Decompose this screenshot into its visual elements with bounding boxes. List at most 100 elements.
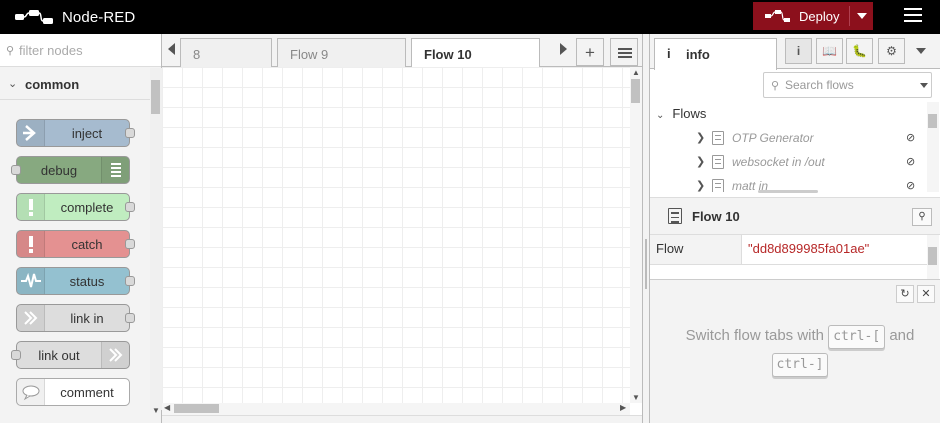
close-icon[interactable]: ✕: [917, 285, 935, 303]
scroll-up-arrow-icon[interactable]: ▲: [632, 68, 640, 77]
list-flows-button[interactable]: [610, 38, 638, 66]
bug-icon: 🐛: [852, 44, 867, 58]
search-flows-input[interactable]: ⚲ Search flows: [763, 72, 932, 98]
palette-node-label: comment: [60, 385, 114, 400]
palette-node-label: link in: [70, 311, 104, 326]
palette-node-label: inject: [71, 126, 103, 141]
tree-flow-item[interactable]: ❯ websocket in /out ⊘: [696, 152, 926, 176]
output-port: [125, 128, 135, 138]
disabled-icon: ⊘: [906, 180, 916, 192]
workspace-footer: [162, 415, 642, 423]
chevron-right-icon[interactable]: ❯: [696, 179, 705, 192]
sidebar-info-button[interactable]: i: [785, 38, 812, 64]
search-icon: ⚲: [771, 80, 780, 92]
book-icon: 📖: [822, 44, 837, 58]
scroll-down-arrow-icon[interactable]: ▼: [632, 393, 640, 402]
link-arrow-icon: [101, 342, 129, 368]
palette-node-comment[interactable]: comment: [16, 378, 130, 406]
canvas-horizontal-scrollbar[interactable]: ◀ ▶: [162, 403, 630, 415]
sidebar-splitter[interactable]: [642, 34, 650, 423]
header-bar: Node-RED Deploy: [0, 0, 940, 34]
palette-scrollbar[interactable]: ▼: [150, 68, 162, 415]
search-icon[interactable]: ⚲: [912, 208, 932, 226]
deploy-divider: [849, 6, 850, 26]
flow-label: OTP Generator: [732, 131, 814, 145]
sidebar-tab-info[interactable]: i info: [654, 38, 777, 70]
property-value: "dd8d899985fa01ae": [748, 241, 870, 256]
palette-node-label: status: [69, 274, 105, 289]
palette-scroll-thumb[interactable]: [151, 80, 160, 114]
flows-tree: ⌄ Flows ❯ OTP Generator ⊘ ❯ websocket in …: [650, 102, 940, 192]
tab-flow-8[interactable]: 8: [180, 38, 272, 68]
app-title: Node-RED: [62, 8, 136, 26]
tab-label: Flow 10: [424, 47, 472, 62]
add-flow-button[interactable]: +: [576, 38, 604, 66]
canvas-hscroll-thumb[interactable]: [174, 404, 219, 413]
splitter-grip-icon[interactable]: [645, 239, 647, 289]
deploy-options-caret-icon[interactable]: [857, 13, 867, 19]
sidebar-debug-button[interactable]: 🐛: [846, 38, 873, 64]
shortcut-key-next: ctrl-]: [771, 353, 829, 377]
palette-node-complete[interactable]: complete: [16, 193, 135, 221]
chevron-right-icon[interactable]: ❯: [696, 131, 705, 144]
palette-node-debug[interactable]: debug: [11, 156, 130, 184]
panel-resize-handle[interactable]: [758, 190, 818, 193]
flow-icon: [712, 131, 724, 145]
app-logo: Node-RED: [14, 8, 135, 26]
shortcut-key-prev: ctrl-[: [828, 325, 886, 349]
property-row: Flow "dd8d899985fa01ae": [650, 235, 928, 265]
flow-icon: [712, 155, 724, 169]
scroll-down-arrow-icon[interactable]: ▼: [152, 406, 160, 415]
workspace-tabs: 8 Flow 9 Flow 10 +: [162, 34, 642, 68]
node-palette: ⚲ filter nodes ⌄ common inject debug compl…: [0, 34, 162, 423]
sidebar-more-caret-icon[interactable]: [916, 48, 926, 54]
canvas-vscroll-thumb[interactable]: [631, 79, 640, 103]
scroll-left-arrow-icon[interactable]: ◀: [164, 403, 170, 412]
tab-flow-10[interactable]: Flow 10: [411, 38, 540, 68]
main-menu-icon[interactable]: [904, 8, 922, 24]
deploy-button[interactable]: Deploy: [753, 2, 873, 30]
tip-text-mid: and: [889, 327, 915, 344]
info-icon: i: [667, 46, 671, 61]
palette-node-label: catch: [71, 237, 103, 252]
palette-node-label: debug: [40, 163, 78, 178]
palette-node-link-out[interactable]: link out: [11, 341, 130, 369]
tabs-scroll-left-icon[interactable]: [168, 43, 175, 55]
flow-icon: [712, 179, 724, 192]
property-scrollbar[interactable]: [927, 235, 939, 280]
tips-panel: ↻ ✕ Switch flow tabs with ctrl-[ and ctr…: [650, 279, 940, 423]
tab-label: 8: [193, 47, 201, 62]
palette-node-link-in[interactable]: link in: [16, 304, 135, 332]
sidebar-help-button[interactable]: 📖: [816, 38, 843, 64]
refresh-tip-icon[interactable]: ↻: [896, 285, 914, 303]
canvas-vertical-scrollbar[interactable]: ▲ ▼: [630, 67, 642, 403]
palette-node-inject[interactable]: inject: [16, 119, 135, 147]
gear-icon: ⚙: [886, 44, 897, 58]
tree-scroll-thumb[interactable]: [928, 114, 937, 128]
sidebar-config-button[interactable]: ⚙: [878, 38, 905, 64]
property-scroll-thumb[interactable]: [928, 247, 937, 265]
palette-category-label: common: [25, 77, 80, 92]
palette-node-catch[interactable]: catch: [16, 230, 135, 258]
sidebar-tab-label: info: [686, 47, 710, 62]
tab-flow-9[interactable]: Flow 9: [277, 38, 406, 68]
tree-root-flows[interactable]: ⌄ Flows: [656, 106, 706, 121]
search-options-caret-icon[interactable]: [920, 83, 928, 88]
palette-search-input[interactable]: filter nodes: [19, 43, 83, 58]
output-port: [125, 239, 135, 249]
scroll-right-arrow-icon[interactable]: ▶: [620, 403, 626, 412]
palette-category-header[interactable]: ⌄ common: [0, 68, 150, 100]
workspace-canvas[interactable]: [162, 67, 630, 403]
tree-flow-item[interactable]: ❯ OTP Generator ⊘: [696, 128, 926, 152]
palette-search[interactable]: ⚲ filter nodes: [0, 34, 161, 67]
input-port: [11, 165, 21, 175]
selected-flow-header: Flow 10 ⚲: [650, 197, 940, 235]
chevron-down-icon: ⌄: [656, 110, 665, 121]
chevron-right-icon[interactable]: ❯: [696, 155, 705, 168]
tip-text: Switch flow tabs with ctrl-[ and ctrl-]: [670, 322, 930, 378]
list-icon: [101, 157, 129, 183]
tabs-scroll-right-icon[interactable]: [560, 43, 567, 55]
plus-icon: +: [585, 43, 595, 62]
palette-node-status[interactable]: status: [16, 267, 135, 295]
flows-tree-scrollbar[interactable]: [927, 102, 939, 192]
